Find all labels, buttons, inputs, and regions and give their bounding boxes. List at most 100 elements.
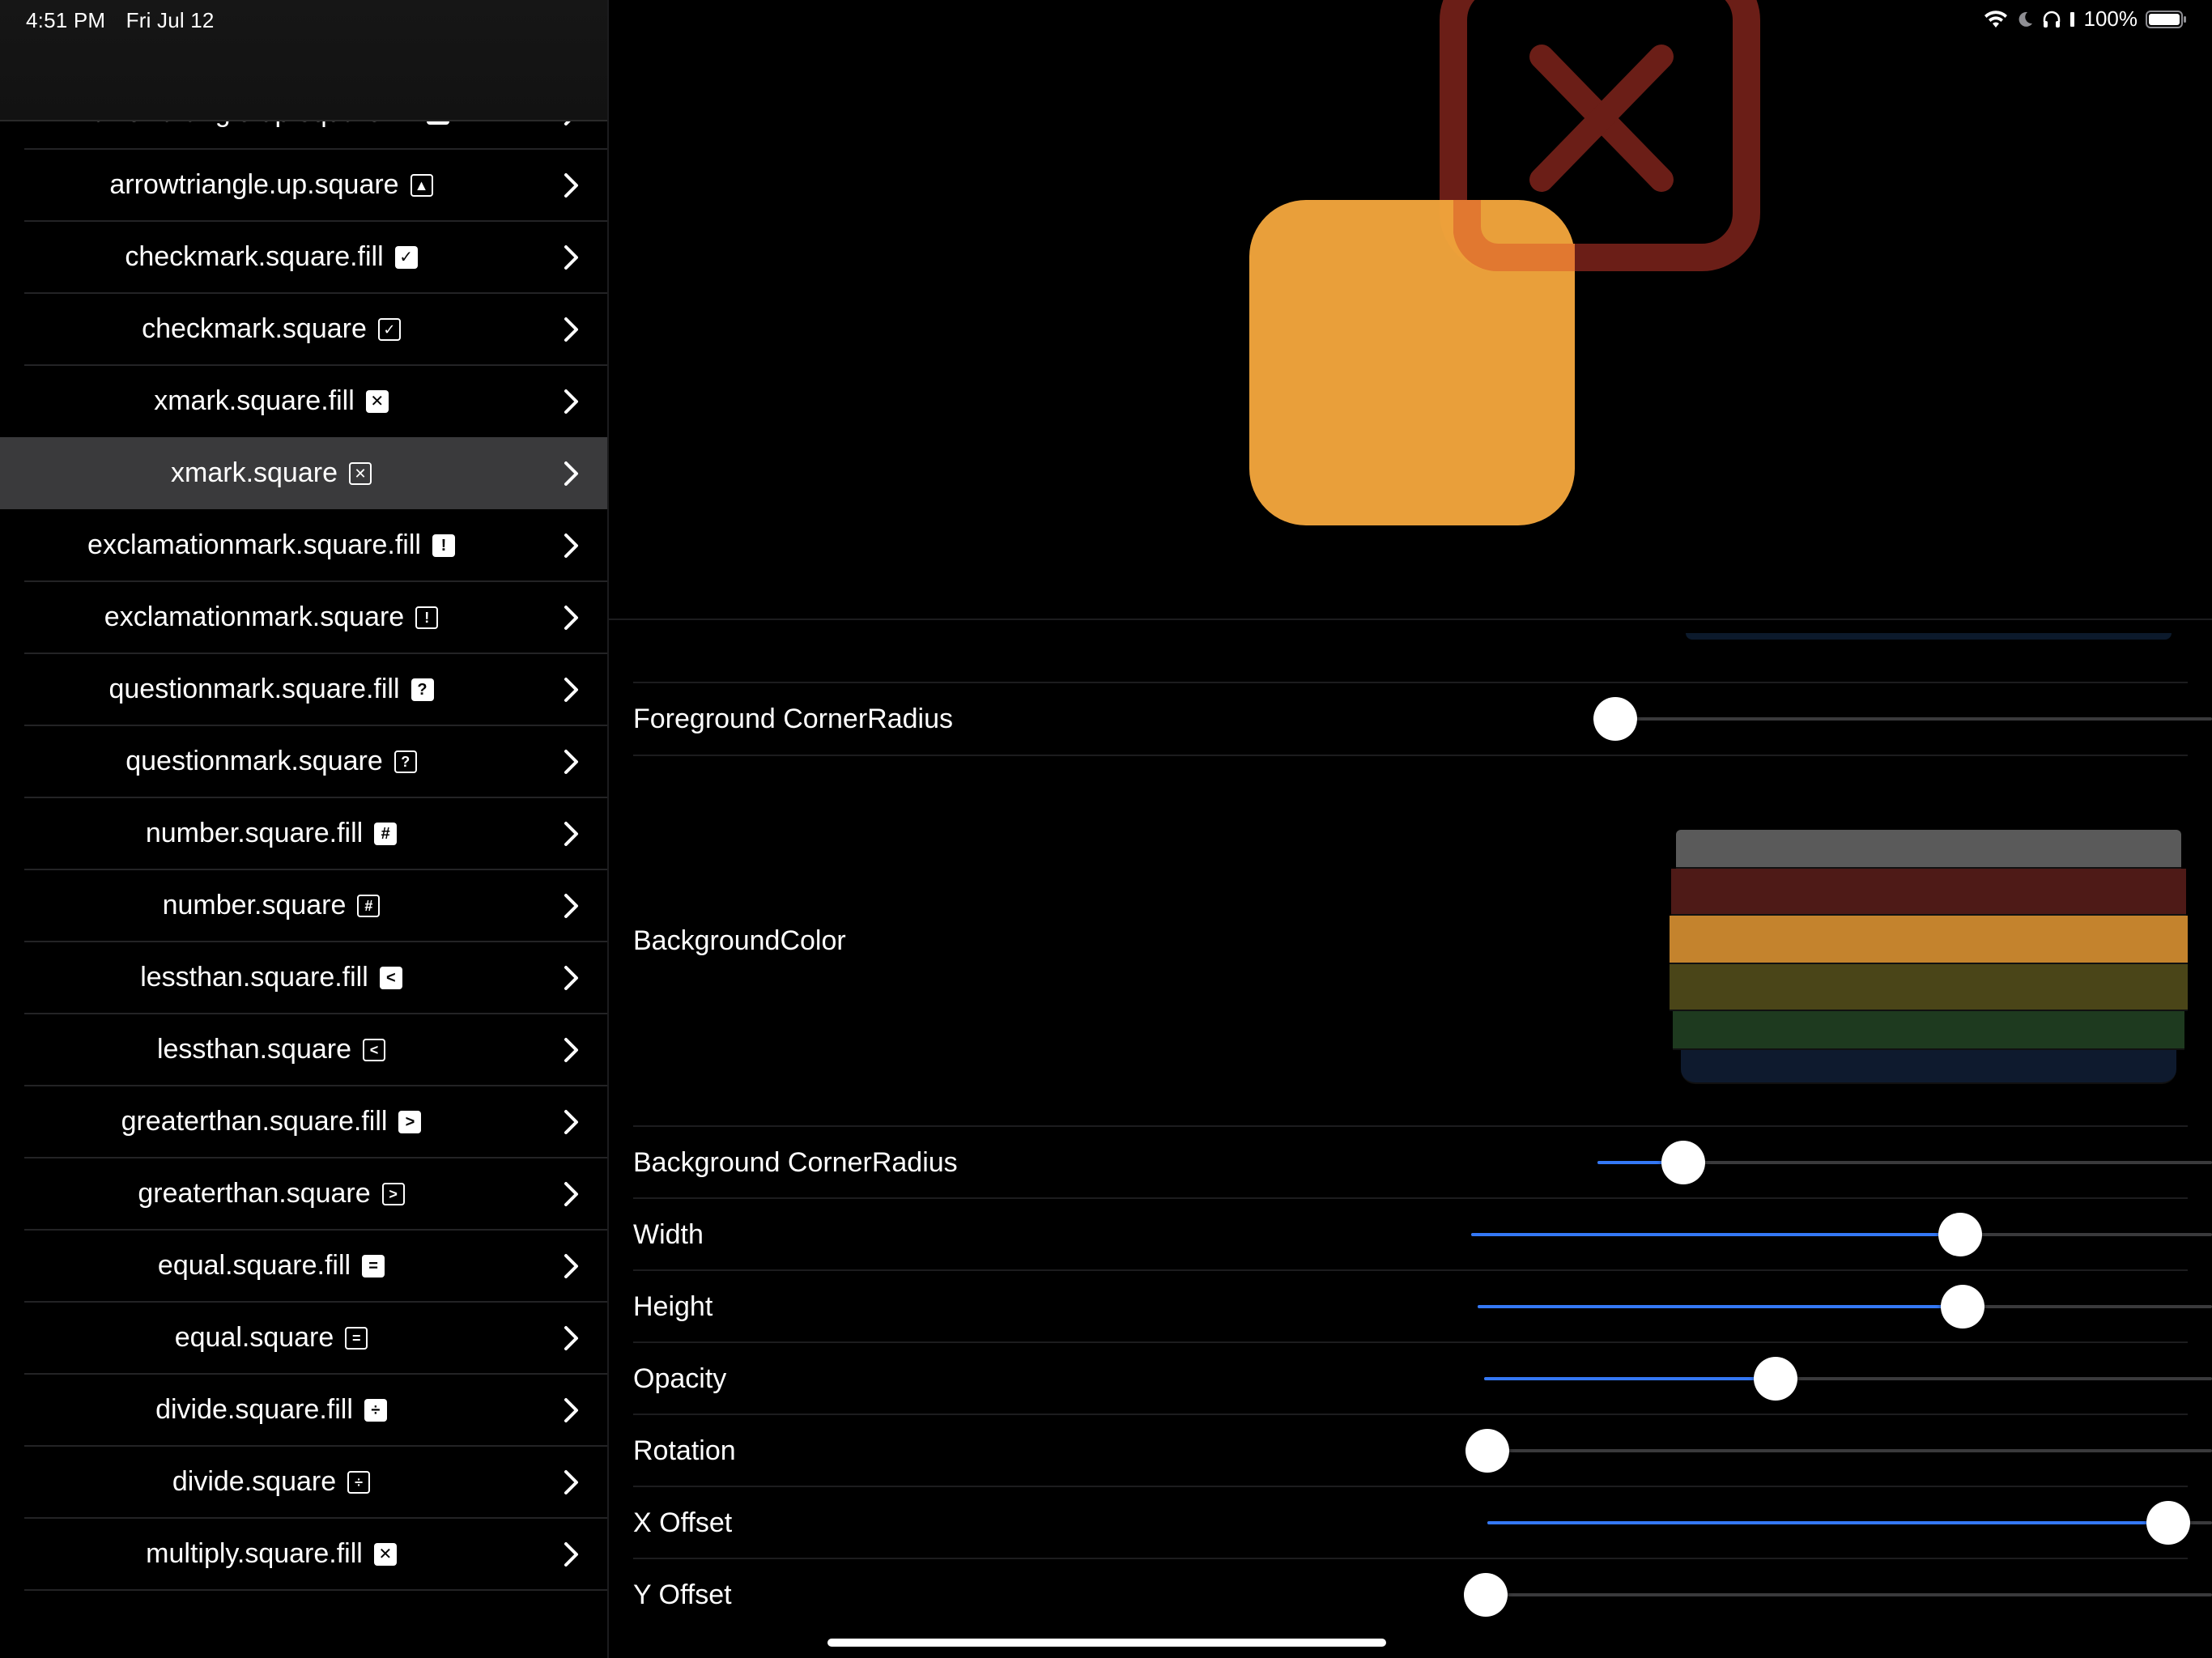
y-offset-thumb[interactable] xyxy=(1464,1573,1508,1617)
sidebar-item-content: lessthan.square < xyxy=(157,1034,386,1065)
symbol-glyph-icon: ! xyxy=(432,534,455,557)
sidebar-item-content: questionmark.square.fill? xyxy=(108,674,434,705)
chevron-right-icon xyxy=(564,244,578,270)
sidebar-item[interactable]: lessthan.square.fill < xyxy=(0,942,607,1014)
sidebar-item-content: xmark.square.fill ✕ xyxy=(154,385,389,417)
symbol-glyph-icon: ÷ xyxy=(347,1470,371,1494)
background-color-wheel-picker[interactable] xyxy=(1670,830,2188,1084)
symbol-glyph-icon: ÷ xyxy=(364,1398,387,1422)
background-corner-radius-row: Background CornerRadius xyxy=(633,1125,2212,1198)
sidebar-item[interactable]: xmark.square.fill ✕ xyxy=(0,365,607,437)
foreground-corner-radius-row: Foreground CornerRadius xyxy=(633,682,2212,755)
sidebar-item[interactable]: arrowtriangle.up.square ▲ xyxy=(0,149,607,222)
height-row: Height xyxy=(633,1269,2212,1342)
chevron-right-icon xyxy=(564,1325,578,1350)
sidebar-item[interactable]: divide.square.fill ÷ xyxy=(0,1374,607,1447)
background-corner-radius-thumb[interactable] xyxy=(1661,1141,1706,1184)
battery-icon xyxy=(2146,10,2186,28)
foreground-corner-radius-slider[interactable] xyxy=(1593,697,2212,741)
sidebar-item[interactable]: lessthan.square < xyxy=(0,1014,607,1086)
sidebar-item-content: checkmark.square.fill ✓ xyxy=(125,241,418,273)
home-indicator[interactable] xyxy=(827,1639,1386,1647)
symbol-glyph-icon: ✓ xyxy=(394,245,418,269)
width-thumb[interactable] xyxy=(1938,1213,1982,1256)
sidebar-item-label: equal.square xyxy=(174,1322,334,1353)
sidebar-item[interactable]: divide.square ÷ xyxy=(0,1446,607,1519)
color-option[interactable] xyxy=(1670,964,2188,1011)
sidebar-item-label: checkmark.square xyxy=(142,313,367,344)
sidebar-item[interactable]: greaterthan.square.fill > xyxy=(0,1086,607,1158)
y-offset-label: Y Offset xyxy=(633,1579,732,1610)
symbol-glyph-icon: ? xyxy=(410,678,434,701)
symbol-glyph-icon: # xyxy=(374,822,398,845)
sidebar-item[interactable]: number.square.fill # xyxy=(0,797,607,870)
sidebar-item[interactable]: greaterthan.square > xyxy=(0,1158,607,1231)
sidebar-item-content: number.square.fill # xyxy=(146,818,398,849)
color-option[interactable] xyxy=(1670,916,2188,964)
headphones-icon xyxy=(2043,11,2060,28)
y-offset-slider[interactable] xyxy=(1464,1573,2212,1617)
symbol-glyph-icon: ? xyxy=(393,750,417,773)
x-offset-thumb[interactable] xyxy=(2146,1501,2191,1545)
sidebar-item-content: greaterthan.square > xyxy=(138,1178,405,1209)
symbol-glyph-icon: # xyxy=(357,894,381,917)
sidebar-item-content: lessthan.square.fill < xyxy=(140,962,402,993)
rotation-row: Rotation xyxy=(633,1414,2212,1486)
sidebar: arrowtriangle.down.square▼arrowtriangle.… xyxy=(0,0,609,1658)
height-slider[interactable] xyxy=(1478,1285,2212,1329)
status-bar-left: 4:51 PM Fri Jul 12 xyxy=(26,8,229,33)
sidebar-item-label: xmark.square xyxy=(171,457,338,488)
color-option[interactable] xyxy=(1671,869,2186,916)
background-corner-radius-slider[interactable] xyxy=(1597,1141,2212,1184)
chevron-right-icon xyxy=(564,1181,578,1206)
rotation-thumb[interactable] xyxy=(1465,1429,1509,1473)
sidebar-item-content: exclamationmark.square! xyxy=(104,602,439,633)
scrolled-picker-edge xyxy=(1686,633,2172,640)
chevron-right-icon xyxy=(564,1109,578,1134)
sidebar-item[interactable]: questionmark.square? xyxy=(0,725,607,798)
color-option[interactable] xyxy=(1681,1050,2176,1084)
chevron-right-icon xyxy=(564,677,578,702)
sidebar-item[interactable]: checkmark.square ✓ xyxy=(0,293,607,366)
sidebar-item-content: exclamationmark.square.fill! xyxy=(87,529,455,561)
sidebar-item-label: questionmark.square xyxy=(125,746,383,776)
sidebar-item[interactable]: checkmark.square.fill ✓ xyxy=(0,221,607,294)
rotation-slider[interactable] xyxy=(1465,1429,2212,1473)
chevron-right-icon xyxy=(564,533,578,558)
sidebar-item[interactable]: xmark.square ✕ xyxy=(0,437,607,509)
symbol-glyph-icon: ! xyxy=(415,606,439,629)
sidebar-item-label: divide.square xyxy=(172,1466,337,1497)
sidebar-item[interactable]: questionmark.square.fill? xyxy=(0,653,607,726)
sidebar-item-content: multiply.square.fill ✕ xyxy=(146,1538,397,1570)
sidebar-item[interactable]: exclamationmark.square! xyxy=(0,581,607,654)
x-offset-slider[interactable] xyxy=(1487,1501,2212,1545)
symbol-glyph-icon: ▲ xyxy=(410,173,433,197)
sidebar-item[interactable]: number.square # xyxy=(0,869,607,942)
symbol-glyph-icon: = xyxy=(345,1326,368,1350)
chevron-right-icon xyxy=(564,1253,578,1278)
opacity-thumb[interactable] xyxy=(1753,1357,1797,1401)
chevron-right-icon xyxy=(564,317,578,342)
color-option[interactable] xyxy=(1673,1011,2184,1050)
status-bar-right: 100% xyxy=(1984,6,2189,32)
wifi-icon xyxy=(1984,10,2007,28)
sidebar-item[interactable]: exclamationmark.square.fill! xyxy=(0,509,607,582)
color-option[interactable] xyxy=(1676,830,2181,869)
opacity-slider[interactable] xyxy=(1484,1357,2212,1401)
chevron-right-icon xyxy=(564,749,578,774)
chevron-right-icon xyxy=(564,1037,578,1062)
symbol-glyph-icon: ✓ xyxy=(377,317,401,341)
status-date: Fri Jul 12 xyxy=(125,8,215,32)
width-slider[interactable] xyxy=(1471,1213,2212,1256)
chevron-right-icon xyxy=(564,605,578,630)
foreground-corner-radius-thumb[interactable] xyxy=(1593,697,1637,741)
sidebar-item-content: arrowtriangle.up.square ▲ xyxy=(109,169,433,201)
sidebar-item[interactable]: equal.square.fill = xyxy=(0,1230,607,1303)
sidebar-item[interactable]: equal.square = xyxy=(0,1302,607,1375)
sidebar-item-label: number.square xyxy=(162,890,347,920)
height-thumb[interactable] xyxy=(1940,1285,1984,1329)
y-offset-row: Y Offset xyxy=(633,1558,2212,1630)
symbol-glyph-icon: ✕ xyxy=(373,1542,397,1566)
symbol-glyph-icon: ✕ xyxy=(365,389,389,413)
sidebar-item[interactable]: multiply.square.fill ✕ xyxy=(0,1518,607,1591)
